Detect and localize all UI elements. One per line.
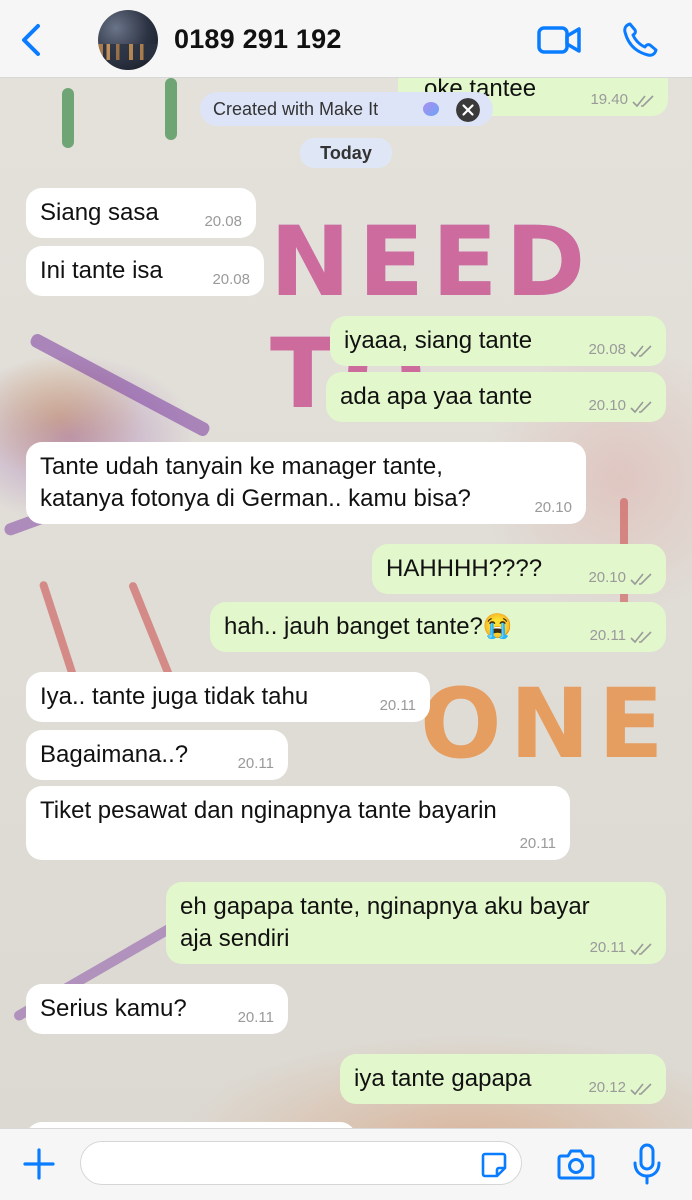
watermark-label: Created with Make It [213,99,379,119]
plus-icon[interactable] [22,1147,56,1181]
message-time: 20.11 [237,755,274,772]
message-bubble-incoming[interactable]: Bagaimana..? 20.11 [26,730,288,780]
message-time: 20.11 [589,939,626,956]
message-time: 20.10 [588,397,626,414]
message-bubble-incoming[interactable]: Tante udah tanyain ke manager tante, kat… [26,442,586,524]
watermark-logo-icon [423,102,439,116]
chat-area[interactable]: NEED TO ONE oke tantee 19.40 Created wit… [0,78,692,1128]
message-time: 20.11 [519,835,556,852]
message-time: 20.10 [588,569,626,586]
sticker-icon[interactable] [480,1151,508,1179]
message-bubble-incoming[interactable]: Tiket pesawat dan nginapnya tante bayari… [26,786,570,860]
double-check-icon [630,631,652,644]
message-time: 20.08 [212,271,250,288]
double-check-icon [630,1083,652,1096]
double-check-icon [630,401,652,414]
double-check-icon [632,95,654,108]
double-check-icon [630,943,652,956]
message-input[interactable] [80,1141,522,1185]
message-time: 20.08 [588,341,626,358]
date-separator: Today [300,138,392,168]
crayon-stroke [165,78,177,140]
message-bubble-outgoing[interactable]: ada apa yaa tante 20.10 [326,372,666,422]
message-time: 20.10 [534,499,572,516]
message-bubble-incoming[interactable]: Ini tante isa 20.08 [26,246,264,296]
crayon-stroke [62,88,74,148]
contact-name[interactable]: 0189 291 192 [174,24,342,55]
video-camera-icon[interactable] [536,22,582,58]
crayon-stroke [28,331,212,439]
double-check-icon [630,573,652,586]
close-circle-icon[interactable] [456,98,480,122]
message-time: 20.11 [379,697,416,714]
double-check-icon [630,345,652,358]
message-time: 20.12 [588,1079,626,1096]
message-bubble-incoming[interactable]: Serius kamu? 20.11 [26,984,288,1034]
message-time: 19.40 [590,91,628,108]
message-bubble-outgoing[interactable]: HAHHHH???? 20.10 [372,544,666,594]
message-time: 20.11 [237,1009,274,1026]
message-composer [0,1128,692,1200]
message-time: 20.08 [204,213,242,230]
chevron-left-icon[interactable] [14,20,50,60]
microphone-icon[interactable] [632,1143,662,1185]
phone-icon[interactable] [620,20,660,60]
message-bubble-incoming[interactable]: Siang sasa 20.08 [26,188,256,238]
background-doodle-text: ONE [420,668,672,780]
message-time: 20.11 [589,627,626,644]
message-bubble-outgoing[interactable]: iya tante gapapa 20.12 [340,1054,666,1104]
chat-header: 0189 291 192 [0,0,692,78]
message-bubble-incoming[interactable]: Iya.. tante juga tidak tahu 20.11 [26,672,430,722]
message-bubble-outgoing[interactable]: eh gapapa tante, nginapnya aku bayar aja… [166,882,666,964]
message-bubble-outgoing[interactable]: hah.. jauh banget tante?😭 20.11 [210,602,666,652]
camera-icon[interactable] [556,1145,596,1183]
avatar[interactable] [98,10,158,70]
watermark-banner: Created with Make It [200,92,493,126]
message-bubble-outgoing[interactable]: iyaaa, siang tante 20.08 [330,316,666,366]
